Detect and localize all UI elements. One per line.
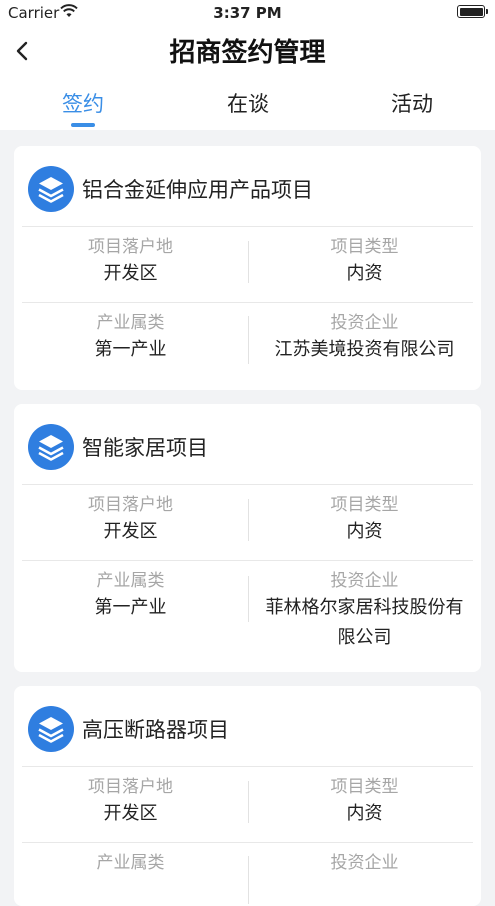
layers-icon xyxy=(28,424,74,470)
project-card[interactable]: 高压断路器项目 项目落户地 开发区 项目类型 内资 产业属类 投资企业 xyxy=(14,686,481,906)
field-value: 限公司 xyxy=(337,627,392,648)
field-label: 项目落户地 xyxy=(88,777,173,797)
field-value: 开发区 xyxy=(103,803,158,824)
field-industry: 产业属类 第一产业 xyxy=(14,569,247,623)
card-header: 铝合金延伸应用产品项目 xyxy=(14,146,481,226)
project-card[interactable]: 铝合金延伸应用产品项目 项目落户地 开发区 项目类型 内资 产业属类 第一产业 … xyxy=(14,146,481,390)
divider xyxy=(22,302,473,303)
field-location: 项目落户地 开发区 xyxy=(14,493,247,547)
field-company: 投资企业 xyxy=(248,851,481,875)
navigation-bar: 招商签约管理 xyxy=(0,26,495,74)
field-industry: 产业属类 第一产业 xyxy=(14,311,247,365)
field-location: 项目落户地 开发区 xyxy=(14,235,247,289)
field-type: 项目类型 内资 xyxy=(248,493,481,547)
field-label: 产业属类 xyxy=(96,571,165,591)
field-value: 开发区 xyxy=(103,263,158,284)
field-type: 项目类型 内资 xyxy=(248,775,481,829)
field-location: 项目落户地 开发区 xyxy=(14,775,247,829)
divider xyxy=(22,226,473,227)
field-company: 投资企业 江苏美境投资有限公司 xyxy=(248,311,481,365)
field-value: 开发区 xyxy=(103,521,158,542)
card-header: 高压断路器项目 xyxy=(14,686,481,766)
field-value: 第一产业 xyxy=(94,339,167,360)
tab-bar: 签约 在谈 活动 xyxy=(0,74,495,130)
divider xyxy=(22,560,473,561)
field-company: 投资企业 菲林格尔家居科技股份有 限公司 xyxy=(248,569,481,653)
project-card[interactable]: 智能家居项目 项目落户地 开发区 项目类型 内资 产业属类 第一产业 投资企业 … xyxy=(14,404,481,672)
tab-negotiating[interactable]: 在谈 xyxy=(188,88,308,118)
field-label: 产业属类 xyxy=(96,853,165,873)
tab-signed[interactable]: 签约 xyxy=(23,88,143,118)
field-label: 项目落户地 xyxy=(88,495,173,515)
field-value: 江苏美境投资有限公司 xyxy=(274,339,455,360)
field-value: 内资 xyxy=(346,521,383,542)
field-label: 产业属类 xyxy=(96,313,165,333)
field-label: 项目类型 xyxy=(330,495,399,515)
field-value: 内资 xyxy=(346,803,383,824)
field-label: 项目类型 xyxy=(330,777,399,797)
divider xyxy=(22,766,473,767)
field-label: 投资企业 xyxy=(330,313,399,333)
tab-activities[interactable]: 活动 xyxy=(352,88,472,118)
field-industry: 产业属类 xyxy=(14,851,247,875)
divider xyxy=(22,484,473,485)
clock: 3:37 PM xyxy=(213,4,282,22)
field-type: 项目类型 内资 xyxy=(248,235,481,289)
page-title: 招商签约管理 xyxy=(169,38,326,68)
layers-icon xyxy=(28,706,74,752)
layers-icon xyxy=(28,166,74,212)
active-tab-indicator xyxy=(71,123,95,127)
field-label: 项目类型 xyxy=(330,237,399,257)
project-name: 铝合金延伸应用产品项目 xyxy=(82,178,313,202)
status-bar: Carrier 3:37 PM xyxy=(0,0,495,26)
field-label: 投资企业 xyxy=(330,853,399,873)
battery-icon xyxy=(457,5,488,18)
field-value: 菲林格尔家居科技股份有 xyxy=(265,597,464,618)
project-name: 高压断路器项目 xyxy=(82,718,229,742)
field-label: 投资企业 xyxy=(330,571,399,591)
divider xyxy=(22,842,473,843)
field-value: 第一产业 xyxy=(94,597,167,618)
project-name: 智能家居项目 xyxy=(82,436,208,460)
field-label: 项目落户地 xyxy=(88,237,173,257)
card-header: 智能家居项目 xyxy=(14,404,481,484)
field-value: 内资 xyxy=(346,263,383,284)
